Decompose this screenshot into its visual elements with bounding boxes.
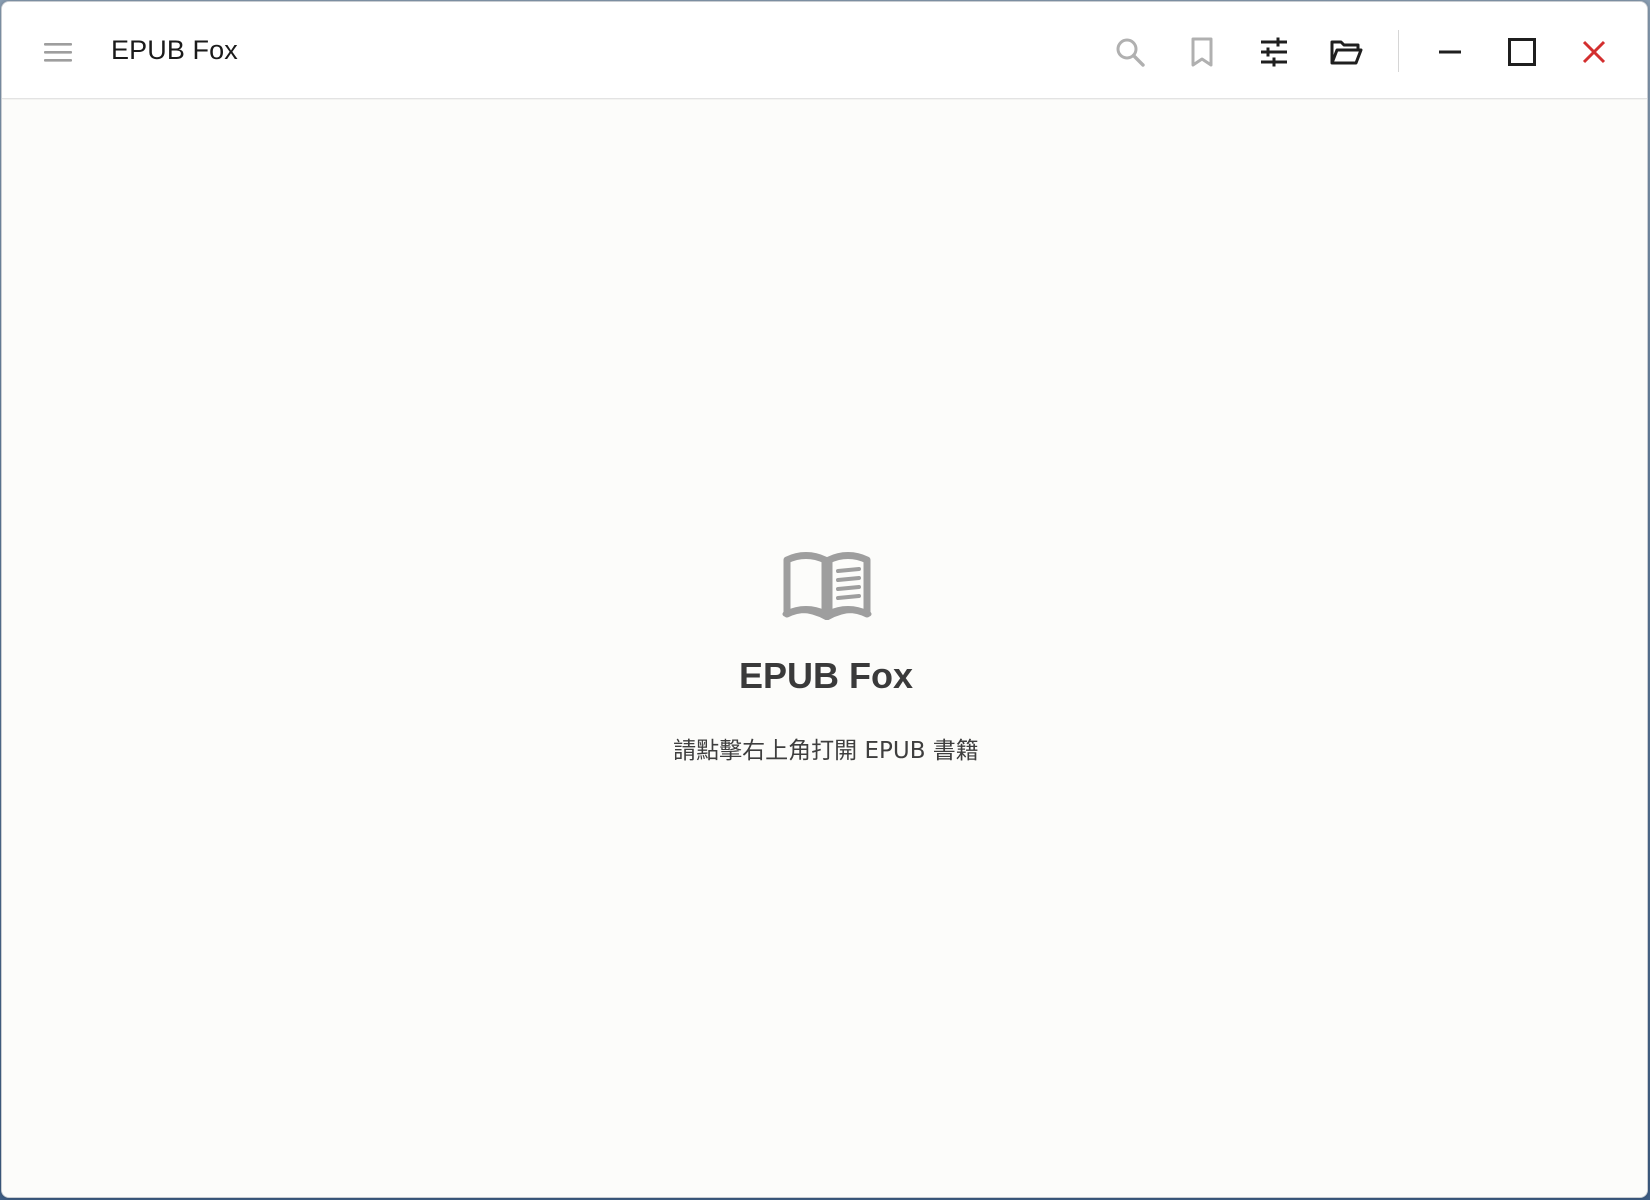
title-bar: EPUB Fox	[2, 2, 1647, 99]
empty-state-title: EPUB Fox	[738, 655, 914, 696]
search-icon	[1116, 38, 1145, 67]
folder-open-icon	[1330, 40, 1363, 65]
minimize-icon	[1439, 50, 1461, 54]
empty-state: EPUB Fox 請點擊右上角打開 EPUB 書籍	[2, 100, 1647, 1197]
close-icon	[1582, 40, 1606, 64]
bookmark-icon	[1191, 37, 1213, 67]
open-file-button[interactable]	[1322, 28, 1370, 76]
search-button[interactable]	[1106, 28, 1154, 76]
bookmark-button[interactable]	[1178, 28, 1226, 76]
reader-content: EPUB Fox 請點擊右上角打開 EPUB 書籍	[2, 100, 1647, 1197]
empty-state-hint: 請點擊右上角打開 EPUB 書籍	[673, 738, 979, 764]
tune-icon	[1261, 37, 1287, 67]
app-window: EPUB Fox EPUB Fox 請點擊右上角打開 EPUB 書籍	[1, 1, 1648, 1198]
maximize-icon	[1508, 38, 1536, 66]
menu-button[interactable]	[36, 30, 80, 74]
maximize-button[interactable]	[1498, 28, 1546, 76]
desktop: EPUB Fox EPUB Fox 請點擊右上角打開 EPUB 書籍	[0, 0, 1650, 1200]
open-book-icon	[782, 552, 872, 620]
minimize-button[interactable]	[1426, 28, 1474, 76]
app-title: EPUB Fox	[111, 35, 238, 65]
settings-button[interactable]	[1250, 28, 1298, 76]
close-button[interactable]	[1570, 28, 1618, 76]
menu-icon	[44, 43, 72, 62]
toolbar-divider	[1398, 30, 1399, 72]
